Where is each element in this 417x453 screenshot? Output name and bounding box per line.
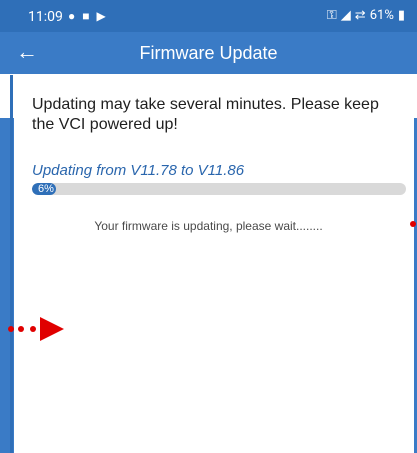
battery-percent: 61% [369, 8, 394, 23]
version-progress-label: Updating from V11.78 to V11.86 [32, 162, 245, 179]
annotation-dot [410, 221, 416, 227]
update-warning-message: Updating may take several minutes. Pleas… [32, 96, 379, 133]
left-edge-stripe [10, 75, 13, 453]
status-message: Your firmware is updating, please wait..… [94, 219, 323, 233]
network-icon: ⇄ [354, 8, 366, 23]
app-bar: ← Firmware Update [0, 32, 417, 74]
page-title: Firmware Update [139, 43, 278, 63]
battery-icon: ▮ [397, 8, 405, 23]
vpn-key-icon: ⚿ [326, 8, 337, 23]
status-bar: 11:09 ● ■ ▶ ⚿ ◢ ⇄ 61% ▮ [0, 0, 417, 32]
notification-icons: ● ■ ▶ [68, 9, 108, 23]
progress-percent: 6% [38, 183, 54, 195]
signal-icon: ◢ [340, 8, 351, 23]
status-time: 11:09 [28, 9, 63, 25]
annotation-dot [18, 326, 24, 332]
status-right: ⚿ ◢ ⇄ 61% ▮ [327, 8, 405, 23]
annotation-dot [30, 326, 36, 332]
progress-bar: 6% [32, 183, 406, 195]
annotation-dot [8, 326, 14, 332]
dialog-card [19, 86, 413, 453]
annotation-arrow-icon [40, 317, 64, 341]
